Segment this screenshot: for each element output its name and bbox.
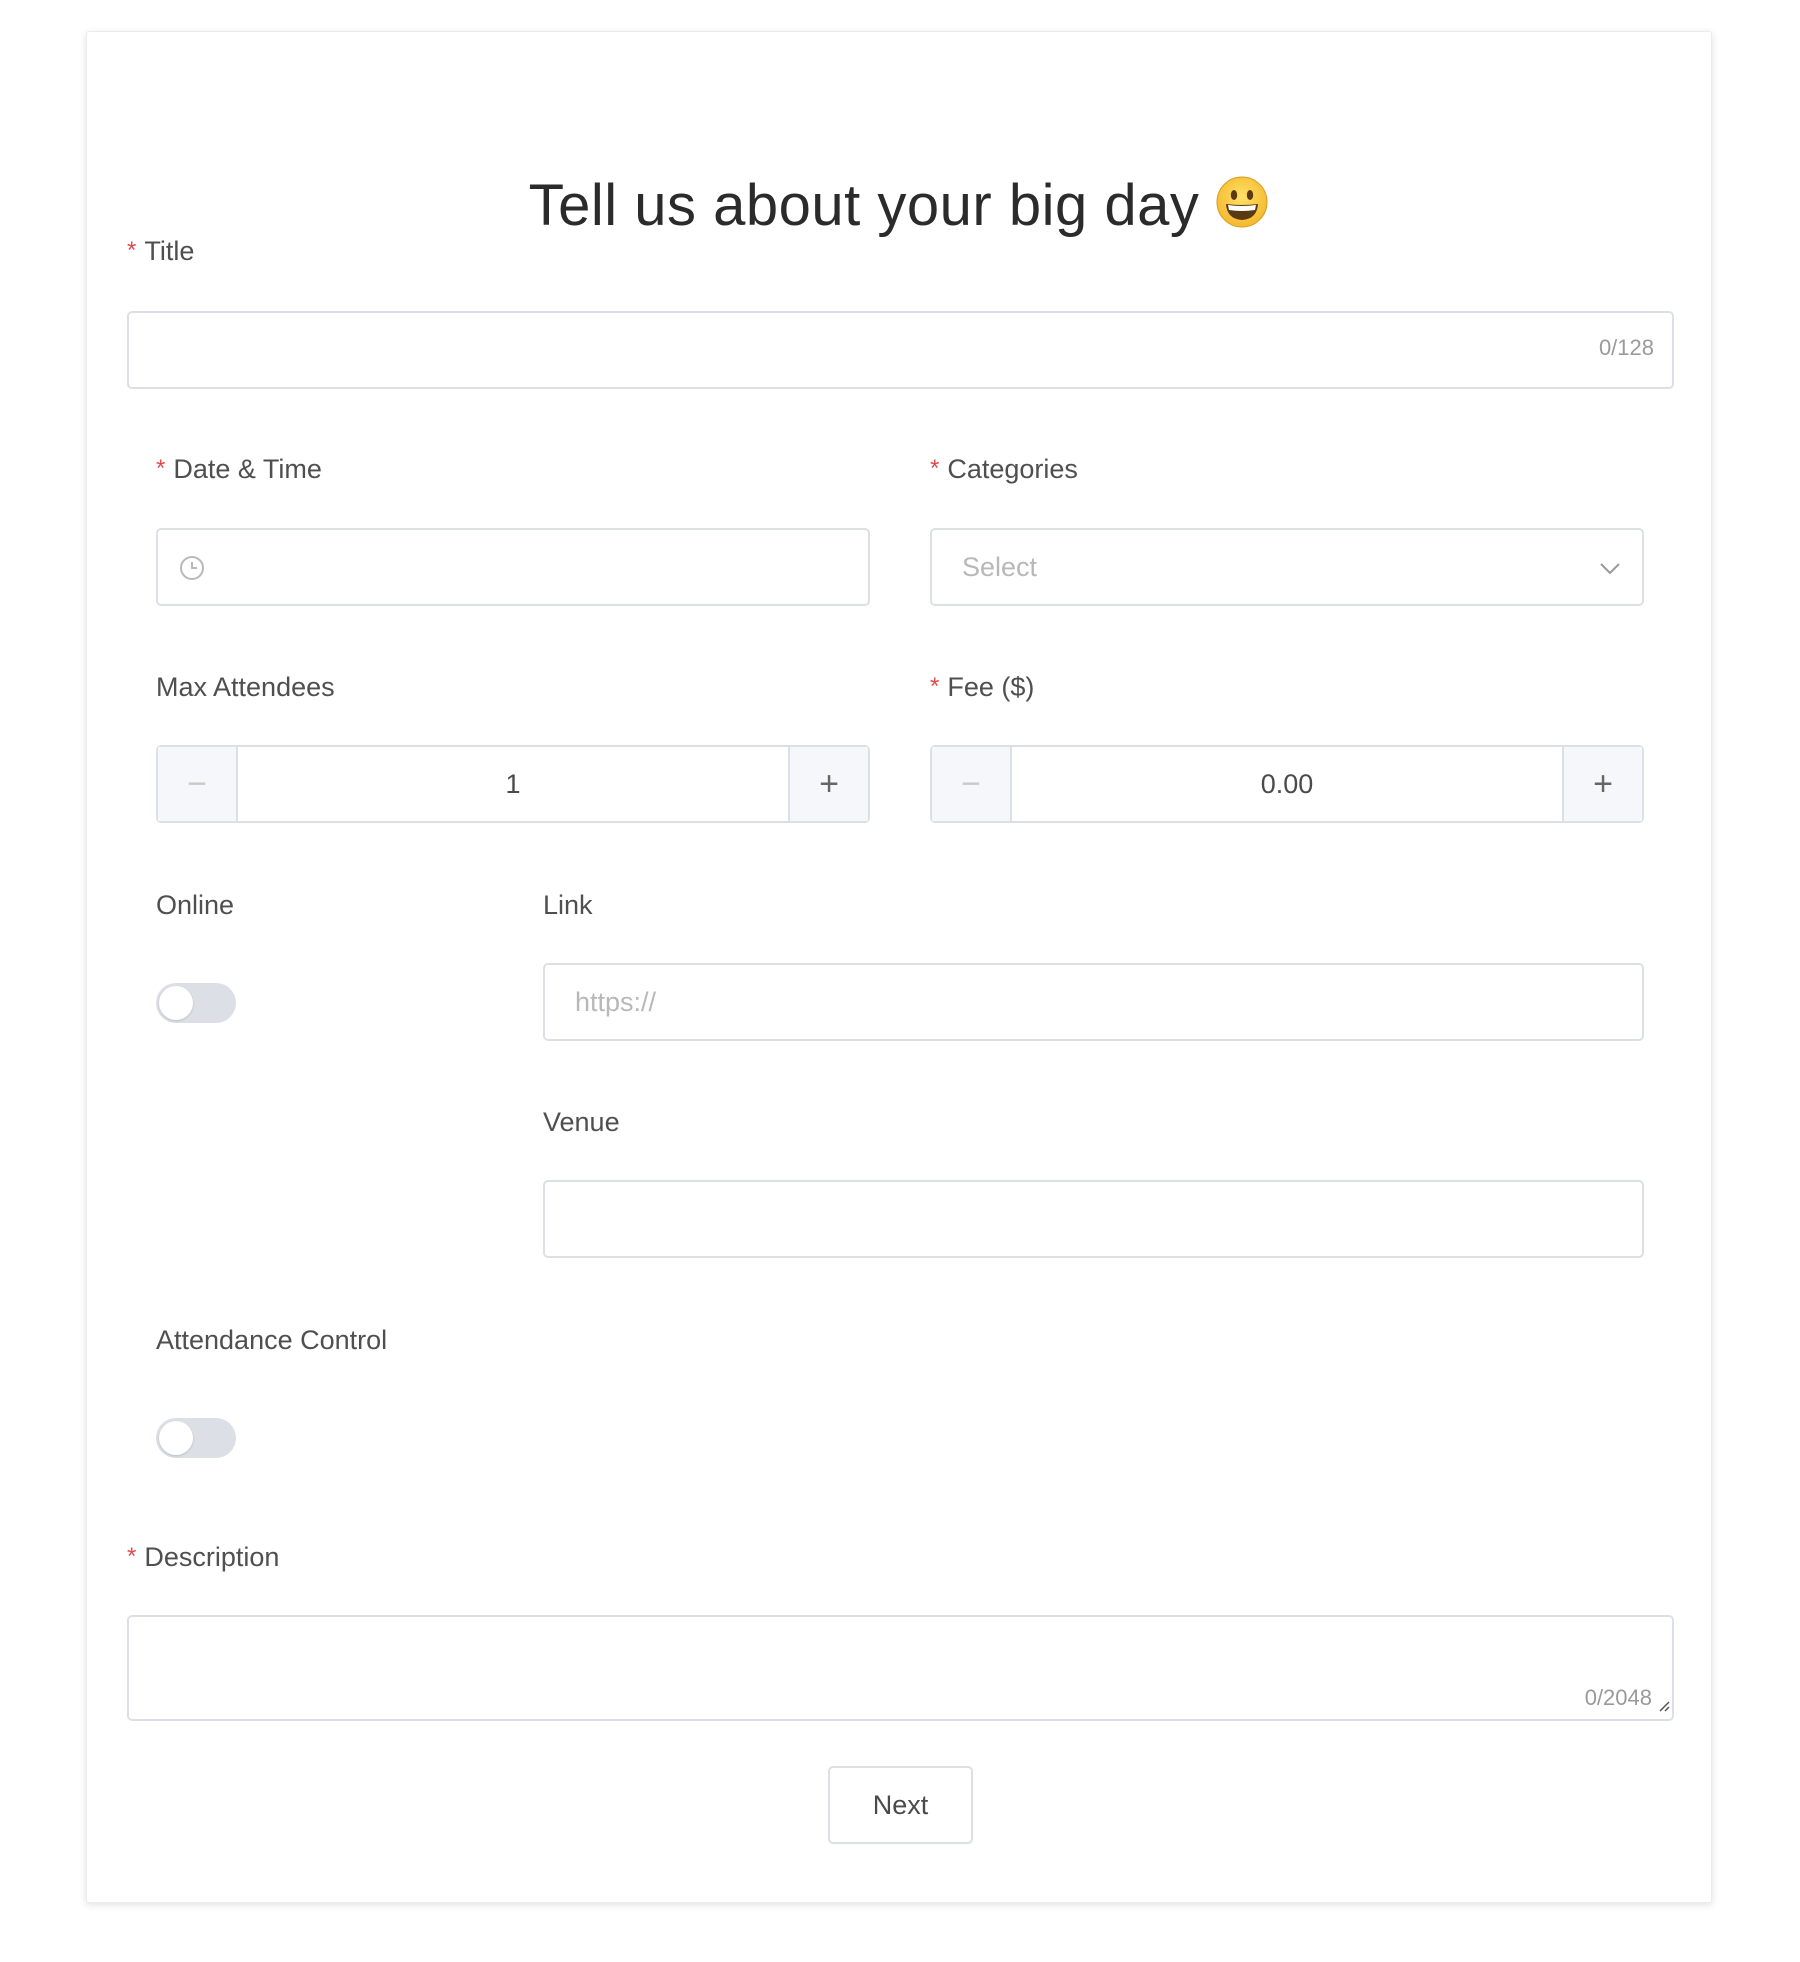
attendance-control-label-text: Attendance Control (156, 1325, 388, 1355)
max-attendees-label: Max Attendees (156, 672, 335, 703)
required-marker: * (156, 455, 166, 482)
categories-placeholder: Select (962, 552, 1038, 582)
link-label: Link (543, 890, 593, 921)
online-label-text: Online (156, 890, 235, 920)
categories-label: * Categories (930, 454, 1078, 485)
required-marker: * (930, 455, 940, 482)
required-marker: * (127, 237, 137, 264)
resize-handle-icon[interactable] (1656, 1698, 1670, 1717)
date-time-picker[interactable] (156, 528, 870, 606)
page-title: Tell us about your big day (87, 172, 1711, 239)
fee-decrement-button[interactable]: − (932, 747, 1012, 821)
attendance-control-label: Attendance Control (156, 1325, 387, 1356)
max-attendees-value[interactable]: 1 (238, 747, 788, 821)
title-input[interactable]: 0/128 (127, 311, 1674, 389)
venue-label-text: Venue (543, 1107, 620, 1137)
max-attendees-decrement-button[interactable]: − (158, 747, 238, 821)
venue-label: Venue (543, 1107, 620, 1138)
fee-value[interactable]: 0.00 (1012, 747, 1562, 821)
required-marker: * (930, 673, 940, 700)
fee-stepper[interactable]: − 0.00 + (930, 745, 1644, 823)
description-textarea[interactable]: 0/2048 (127, 1615, 1674, 1721)
link-placeholder: https:// (575, 987, 657, 1017)
fee-label-text: Fee ($) (947, 672, 1035, 702)
date-time-label: * Date & Time (156, 454, 322, 485)
link-label-text: Link (543, 890, 593, 920)
categories-label-text: Categories (947, 454, 1078, 484)
clock-icon (178, 554, 206, 587)
title-char-counter: 0/128 (1598, 335, 1654, 360)
description-label: * Description (127, 1542, 279, 1573)
max-attendees-stepper[interactable]: − 1 + (156, 745, 870, 823)
max-attendees-label-text: Max Attendees (156, 672, 335, 702)
toggle-knob (159, 1421, 193, 1455)
title-label-text: Title (144, 236, 195, 266)
description-label-text: Description (144, 1542, 280, 1572)
form-card: Tell us about your big day * Title 0/128 (86, 31, 1712, 1903)
venue-input[interactable] (543, 1180, 1644, 1258)
link-input[interactable]: https:// (543, 963, 1644, 1041)
online-toggle[interactable] (156, 983, 236, 1023)
categories-select[interactable]: Select (930, 528, 1644, 606)
required-marker: * (127, 1543, 137, 1570)
date-time-label-text: Date & Time (173, 454, 322, 484)
toggle-knob (159, 986, 193, 1020)
online-label: Online (156, 890, 234, 921)
description-char-counter: 0/2048 (1584, 1685, 1652, 1710)
title-label: * Title (127, 236, 194, 267)
chevron-down-icon (1598, 556, 1622, 585)
max-attendees-increment-button[interactable]: + (788, 747, 868, 821)
grinning-face-icon (1215, 175, 1269, 229)
fee-increment-button[interactable]: + (1562, 747, 1642, 821)
fee-label: * Fee ($) (930, 672, 1034, 703)
page-title-text: Tell us about your big day (528, 173, 1200, 238)
attendance-control-toggle[interactable] (156, 1418, 236, 1458)
next-button[interactable]: Next (828, 1766, 973, 1844)
